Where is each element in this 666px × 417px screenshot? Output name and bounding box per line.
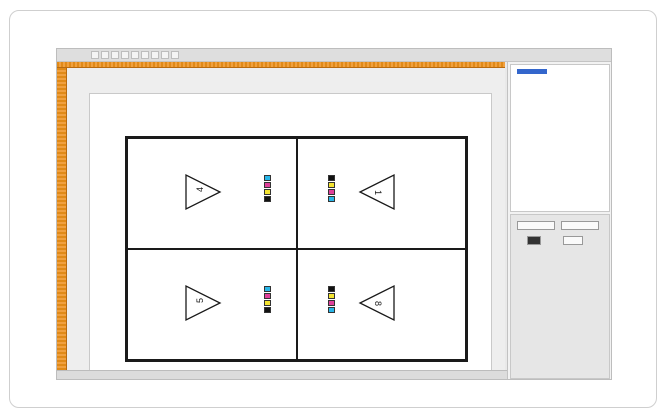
- toolbar-button[interactable]: [91, 51, 99, 59]
- magenta-swatch: [264, 182, 271, 188]
- page-cell-5[interactable]: 5: [127, 249, 297, 360]
- triangle-page-marker-icon: 1: [358, 173, 395, 211]
- toolbar-button[interactable]: [111, 51, 119, 59]
- cyan-swatch: [327, 196, 335, 202]
- imposition-grid: 4 1 5 8: [125, 136, 468, 362]
- magenta-swatch: [264, 293, 271, 299]
- page-cell-1[interactable]: 1: [296, 138, 466, 249]
- yellow-swatch: [264, 300, 271, 306]
- yellow-swatch: [327, 182, 335, 188]
- right-panel: [507, 62, 611, 379]
- press-sheet[interactable]: 4 1 5 8: [89, 93, 492, 379]
- magenta-swatch: [327, 189, 335, 195]
- slug-line: [152, 275, 160, 333]
- slug-line: [428, 275, 436, 333]
- status-bar: [57, 370, 507, 379]
- page-number: 1: [373, 190, 383, 195]
- triangle-page-marker-icon: 5: [185, 284, 222, 322]
- magenta-swatch: [327, 300, 335, 306]
- toolbar-button[interactable]: [121, 51, 129, 59]
- page-number: 5: [195, 298, 205, 303]
- panel-button[interactable]: [517, 221, 555, 230]
- layer-tree[interactable]: [510, 64, 610, 212]
- cyan-swatch: [264, 175, 271, 181]
- slug-line: [152, 164, 160, 222]
- black-swatch: [264, 196, 271, 202]
- black-swatch: [264, 307, 271, 313]
- slug-line: [428, 164, 436, 222]
- page-number: 4: [195, 187, 205, 192]
- yellow-swatch: [327, 293, 335, 299]
- triangle-page-marker-icon: 4: [185, 173, 222, 211]
- panel-button[interactable]: [527, 236, 541, 245]
- cyan-swatch: [327, 307, 335, 313]
- color-bar: [264, 286, 271, 313]
- toolbar: [57, 49, 611, 62]
- black-swatch: [327, 175, 335, 181]
- toolbar-button[interactable]: [151, 51, 159, 59]
- toolbar-button[interactable]: [171, 51, 179, 59]
- cyan-swatch: [264, 286, 271, 292]
- color-bar: [264, 175, 271, 202]
- toolbar-button[interactable]: [131, 51, 139, 59]
- yellow-swatch: [264, 189, 271, 195]
- page-cell-8[interactable]: 8: [296, 249, 466, 360]
- toolbar-button[interactable]: [161, 51, 169, 59]
- color-bar: [327, 286, 335, 313]
- panel-button[interactable]: [561, 221, 599, 230]
- toolbar-button[interactable]: [101, 51, 109, 59]
- panel-button[interactable]: [563, 236, 583, 245]
- controls-panel: [510, 214, 610, 379]
- selected-tree-row[interactable]: [517, 69, 547, 74]
- color-bar: [327, 175, 335, 202]
- page-cell-4[interactable]: 4: [127, 138, 297, 249]
- black-swatch: [327, 286, 335, 292]
- toolbar-button[interactable]: [141, 51, 149, 59]
- vertical-ruler[interactable]: [57, 68, 67, 370]
- triangle-page-marker-icon: 8: [358, 284, 395, 322]
- layout-canvas[interactable]: 4 1 5 8: [67, 68, 505, 379]
- page-number: 8: [373, 301, 383, 306]
- imposition-app-window: 4 1 5 8: [56, 48, 612, 380]
